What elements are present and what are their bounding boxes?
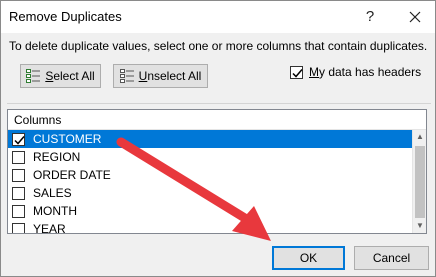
column-label: CUSTOMER xyxy=(33,132,102,146)
remove-duplicates-dialog: Remove Duplicates ? To delete duplicate … xyxy=(0,0,436,277)
scroll-down-icon[interactable]: ▼ xyxy=(413,219,426,233)
checkmark-icon xyxy=(14,135,25,145)
column-checkbox[interactable] xyxy=(12,168,25,182)
unselect-all-button[interactable]: Unselect All xyxy=(113,64,208,88)
columns-listbox[interactable]: Columns CUSTOMER REGION ORDER DATE SALES… xyxy=(7,109,427,234)
column-checkbox[interactable] xyxy=(12,204,25,218)
checkmark-icon xyxy=(292,68,303,78)
column-label: SALES xyxy=(33,186,72,200)
column-label: YEAR xyxy=(33,222,66,234)
close-icon xyxy=(409,11,421,23)
dialog-title: Remove Duplicates xyxy=(9,9,122,24)
column-checkbox[interactable] xyxy=(12,132,25,146)
select-all-button[interactable]: Select All xyxy=(20,64,101,88)
column-item-year[interactable]: YEAR xyxy=(8,220,412,234)
unselect-all-label: Unselect All xyxy=(138,69,202,83)
headers-checkbox-box[interactable] xyxy=(290,65,303,79)
unselect-all-icon xyxy=(119,69,134,83)
column-label: REGION xyxy=(33,150,81,164)
select-all-icon xyxy=(26,69,41,83)
column-label: MONTH xyxy=(33,204,77,218)
column-item-sales[interactable]: SALES xyxy=(8,184,412,202)
scroll-thumb[interactable] xyxy=(415,146,425,218)
column-item-region[interactable]: REGION xyxy=(8,148,412,166)
column-checkbox[interactable] xyxy=(12,150,25,164)
column-checkbox[interactable] xyxy=(12,222,25,233)
column-label: ORDER DATE xyxy=(33,168,111,182)
close-button[interactable] xyxy=(399,3,431,31)
divider xyxy=(7,103,431,104)
column-item-month[interactable]: MONTH xyxy=(8,202,412,220)
columns-header: Columns xyxy=(8,110,426,130)
vertical-scrollbar[interactable]: ▲ ▼ xyxy=(412,130,426,233)
headers-checkbox-label: My data has headers xyxy=(309,65,422,79)
column-checkbox[interactable] xyxy=(12,186,25,200)
column-item-customer[interactable]: CUSTOMER xyxy=(8,130,412,148)
my-data-has-headers-checkbox[interactable]: My data has headers xyxy=(290,65,421,79)
instructions-text: To delete duplicate values, select one o… xyxy=(9,39,428,53)
title-bar: Remove Duplicates ? xyxy=(1,1,435,33)
cancel-button[interactable]: Cancel xyxy=(354,246,429,270)
ok-button[interactable]: OK xyxy=(272,246,345,270)
help-button[interactable]: ? xyxy=(355,3,385,31)
select-all-label: Select All xyxy=(45,69,95,83)
column-item-order-date[interactable]: ORDER DATE xyxy=(8,166,412,184)
scroll-up-icon[interactable]: ▲ xyxy=(413,130,426,144)
